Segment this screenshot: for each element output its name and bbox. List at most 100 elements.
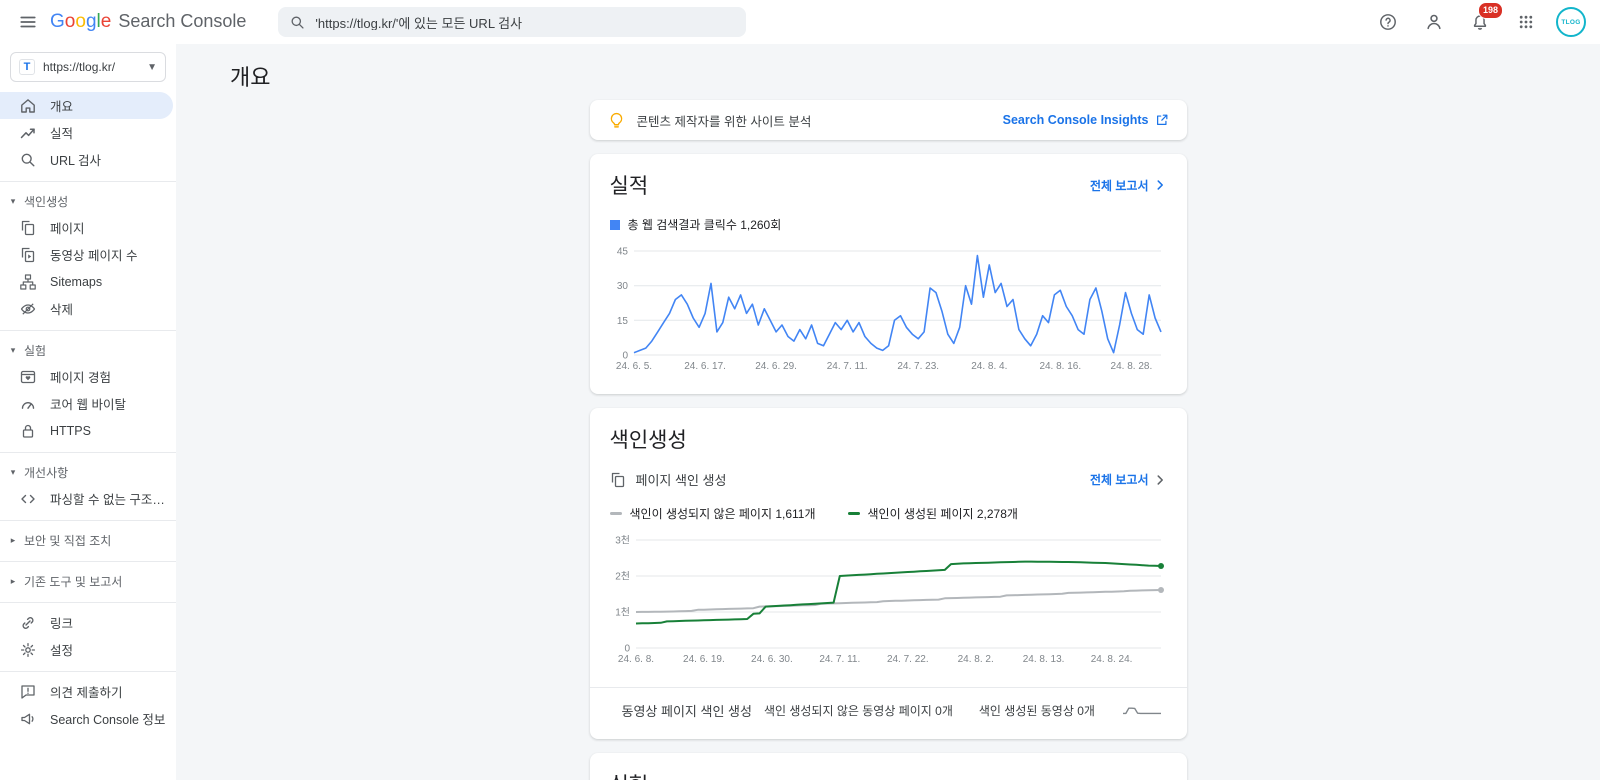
section-experience: ▾ 실험 페이지 경험 코어 웹 바이탈 HTTPS: [0, 330, 176, 444]
section-header-enhancements[interactable]: ▾ 개선사항: [0, 459, 176, 485]
expand-arrow-icon: ▸: [8, 535, 18, 546]
search-console-insights-link[interactable]: Search Console Insights: [1003, 113, 1169, 127]
sidebar-item-pages[interactable]: 페이지: [0, 214, 173, 241]
avatar-label: TLOG: [1561, 19, 1580, 26]
sidebar-item-page-experience[interactable]: 페이지 경험: [0, 363, 173, 390]
help-button[interactable]: [1372, 6, 1404, 38]
sidebar-item-label: 페이지: [50, 218, 85, 237]
link-icon: [20, 615, 36, 631]
section-header-indexing[interactable]: ▾ 색인생성: [0, 188, 176, 214]
video-not-indexed-count: 색인 생성되지 않은 동영상 페이지 0개: [764, 702, 953, 719]
sidebar-item-video-pages[interactable]: 동영상 페이지 수: [0, 241, 173, 268]
sidebar-item-overview[interactable]: 개요: [0, 92, 173, 119]
content-column: 콘텐츠 제작자를 위한 사이트 분석 Search Console Insigh…: [590, 100, 1187, 780]
sidebar-item-label: 삭제: [50, 299, 73, 318]
chevron-right-icon: [1153, 178, 1167, 192]
svg-text:3천: 3천: [615, 535, 630, 547]
svg-text:24. 6. 17.: 24. 6. 17.: [684, 361, 726, 372]
report-link-label: 전체 보고서: [1090, 177, 1149, 194]
sidebar-item-performance[interactable]: 실적: [0, 119, 173, 146]
topbar: Google Search Console 198 TLOG: [0, 0, 1600, 44]
person-icon: [1425, 13, 1443, 31]
section-title: 색인생성: [24, 193, 68, 210]
experience-card: 실험: [590, 753, 1187, 780]
video-indexing-row[interactable]: 동영상 페이지 색인 생성 색인 생성되지 않은 동영상 페이지 0개 색인 생…: [590, 687, 1187, 723]
performance-full-report-link[interactable]: 전체 보고서: [1090, 177, 1167, 194]
sidebar-item-label: Search Console 정보: [50, 709, 165, 728]
sidebar-item-core-web-vitals[interactable]: 코어 웹 바이탈: [0, 390, 173, 417]
performance-clicks-chart: 015304524. 6. 5.24. 6. 17.24. 6. 29.24. …: [610, 245, 1167, 378]
gear-icon: [20, 642, 36, 658]
app-logo[interactable]: Google Search Console: [50, 11, 246, 33]
sidebar-item-label: 개요: [50, 96, 73, 115]
magnifier-icon: [20, 152, 36, 168]
notifications-button[interactable]: 198: [1464, 6, 1496, 38]
svg-text:0: 0: [624, 644, 630, 655]
account-settings-button[interactable]: [1418, 6, 1450, 38]
property-selector[interactable]: T https://tlog.kr/ ▼: [10, 52, 166, 82]
svg-text:24. 6. 5.: 24. 6. 5.: [615, 361, 651, 372]
indexing-full-report-link[interactable]: 전체 보고서: [1090, 471, 1167, 488]
sidebar-item-sitemaps[interactable]: Sitemaps: [0, 268, 173, 295]
section-security: ▸ 보안 및 직접 조치: [0, 520, 176, 553]
insights-banner: 콘텐츠 제작자를 위한 사이트 분석 Search Console Insigh…: [590, 100, 1187, 140]
svg-text:30: 30: [616, 281, 628, 292]
notification-count-badge: 198: [1478, 2, 1503, 19]
sidebar-item-https[interactable]: HTTPS: [0, 417, 173, 444]
search-icon: [290, 15, 305, 30]
svg-text:24. 6. 19.: 24. 6. 19.: [683, 654, 725, 665]
property-url-label: https://tlog.kr/: [43, 60, 139, 74]
sidebar-item-settings[interactable]: 설정: [0, 636, 173, 663]
indexing-card-title: 색인생성: [610, 424, 1167, 454]
video-indexing-label: 동영상 페이지 색인 생성: [622, 701, 752, 720]
svg-text:24. 7. 11.: 24. 7. 11.: [826, 361, 867, 372]
collapse-arrow-icon: ▾: [8, 467, 18, 478]
google-logo: Google: [50, 11, 111, 33]
section-legacy-tools: ▸ 기존 도구 및 보고서: [0, 561, 176, 594]
svg-text:24. 7. 22.: 24. 7. 22.: [886, 654, 928, 665]
sidebar-item-label: URL 검사: [50, 150, 101, 169]
indexing-card: 색인생성 페이지 색인 생성 전체 보고서 색인이 생성되지 않은 페이지 1,…: [590, 408, 1187, 739]
sidebar-item-removals[interactable]: 삭제: [0, 295, 173, 322]
pages-icon: [20, 220, 36, 236]
performance-card: 실적 전체 보고서 총 웹 검색결과 클릭수 1,260회 015304524.…: [590, 154, 1187, 394]
url-inspect-input[interactable]: [315, 15, 734, 30]
sidebar-item-label: 실적: [50, 123, 73, 142]
report-link-label: 전체 보고서: [1090, 471, 1149, 488]
indexed-legend-label: 색인이 생성된 페이지 2,278개: [868, 505, 1018, 522]
property-initial-icon: T: [19, 59, 35, 75]
section-header-security[interactable]: ▸ 보안 및 직접 조치: [0, 527, 176, 553]
sidebar-item-about-search-console[interactable]: Search Console 정보: [0, 705, 173, 732]
sidebar-item-label: 설정: [50, 640, 73, 659]
lightbulb-icon: [608, 112, 625, 129]
collapse-arrow-icon: ▾: [8, 196, 18, 207]
feedback-icon: [20, 684, 36, 700]
svg-text:24. 8. 13.: 24. 8. 13.: [1022, 654, 1064, 665]
pages-icon: [610, 472, 626, 488]
hamburger-menu-button[interactable]: [12, 6, 44, 38]
svg-text:24. 7. 11.: 24. 7. 11.: [819, 654, 860, 665]
clicks-legend: 총 웹 검색결과 클릭수 1,260회: [610, 216, 782, 233]
url-inspect-searchbar[interactable]: [278, 7, 746, 37]
sidebar-item-url-inspection[interactable]: URL 검사: [0, 146, 173, 173]
user-avatar[interactable]: TLOG: [1556, 7, 1586, 37]
section-header-legacy-tools[interactable]: ▸ 기존 도구 및 보고서: [0, 568, 176, 594]
google-apps-button[interactable]: [1510, 6, 1542, 38]
not-indexed-legend-label: 색인이 생성되지 않은 페이지 1,611개: [630, 505, 816, 522]
section-title: 개선사항: [24, 464, 68, 481]
sidebar-item-links[interactable]: 링크: [0, 609, 173, 636]
sidebar-item-unparsable-structured-data[interactable]: 파싱할 수 없는 구조화된 ...: [0, 485, 173, 512]
insights-banner-text: 콘텐츠 제작자를 위한 사이트 분석: [637, 111, 812, 130]
svg-text:45: 45: [616, 247, 628, 258]
not-indexed-legend-chip: [610, 512, 622, 515]
section-header-experience[interactable]: ▾ 실험: [0, 337, 176, 363]
megaphone-icon: [20, 711, 36, 727]
hamburger-icon: [19, 13, 37, 31]
experience-card-title: 실험: [610, 769, 1167, 780]
svg-text:15: 15: [616, 316, 628, 327]
sidebar-item-submit-feedback[interactable]: 의견 제출하기: [0, 678, 173, 705]
sidebar-footer: 의견 제출하기 Search Console 정보: [0, 671, 176, 732]
svg-text:24. 7. 23.: 24. 7. 23.: [897, 361, 939, 372]
svg-text:24. 6. 29.: 24. 6. 29.: [755, 361, 797, 372]
apps-grid-icon: [1518, 14, 1534, 30]
